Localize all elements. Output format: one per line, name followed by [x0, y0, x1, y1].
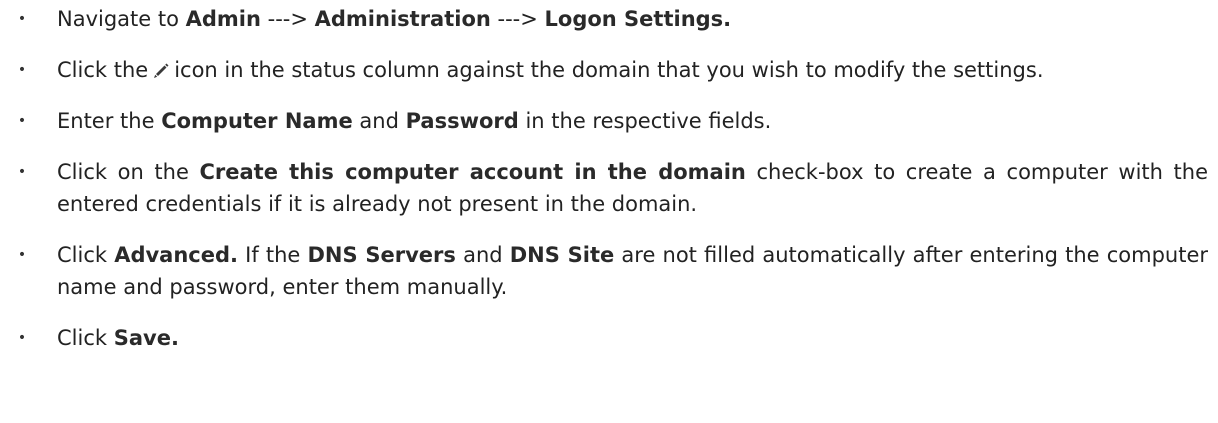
bullet: • [17, 11, 27, 27]
bullet: • [17, 247, 27, 263]
arrow-separator: ---> [490, 7, 545, 31]
button-save: Save. [113, 326, 179, 350]
field-dns-servers: DNS Servers [307, 243, 456, 267]
step-text-mid: and [455, 243, 510, 267]
checkbox-create-account-label: Create this computer account in the doma… [199, 160, 746, 184]
step-text-prefix: Click on the [57, 160, 200, 184]
step-text-prefix: Enter the [57, 109, 162, 133]
arrow-separator: ---> [260, 7, 315, 31]
step-enter-credentials: • Enter the Computer Name and Password i… [0, 105, 1218, 137]
menu-administration: Administration [314, 7, 491, 31]
menu-admin: Admin [185, 7, 261, 31]
menu-logon-settings: Logon Settings. [544, 7, 732, 31]
bullet: • [17, 113, 27, 129]
button-advanced: Advanced. [114, 243, 238, 267]
step-advanced: • Click Advanced. If the DNS Servers and… [0, 239, 1218, 303]
step-text: Enter the Computer Name and Password in … [57, 109, 771, 133]
bullet: • [17, 330, 27, 346]
pencil-edit-icon [152, 56, 170, 78]
step-text-prefix: Click [57, 326, 114, 350]
step-text-mid: If the [237, 243, 308, 267]
instruction-steps: • Navigate to Admin ---> Administration … [0, 3, 1218, 354]
bullet: • [17, 62, 27, 78]
step-text-prefix: Click [57, 243, 115, 267]
field-dns-site: DNS Site [509, 243, 615, 267]
step-text-suffix: in the respective fields. [518, 109, 772, 133]
step-text-after-icon: icon in the status column against the do… [174, 58, 1044, 82]
field-computer-name: Computer Name [161, 109, 353, 133]
step-create-account: • Click on the Create this computer acco… [0, 156, 1218, 220]
step-save: • Click Save. [0, 322, 1218, 354]
step-text-prefix: Navigate to [57, 7, 186, 31]
step-edit-icon: • Click the icon in the status column aga… [0, 54, 1218, 86]
step-navigate: • Navigate to Admin ---> Administration … [0, 3, 1218, 35]
step-text-mid: and [352, 109, 406, 133]
step-text-before-icon: Click the [57, 58, 149, 82]
step-text: Navigate to Admin ---> Administration --… [57, 7, 731, 31]
bullet: • [17, 164, 27, 180]
field-password: Password [405, 109, 519, 133]
